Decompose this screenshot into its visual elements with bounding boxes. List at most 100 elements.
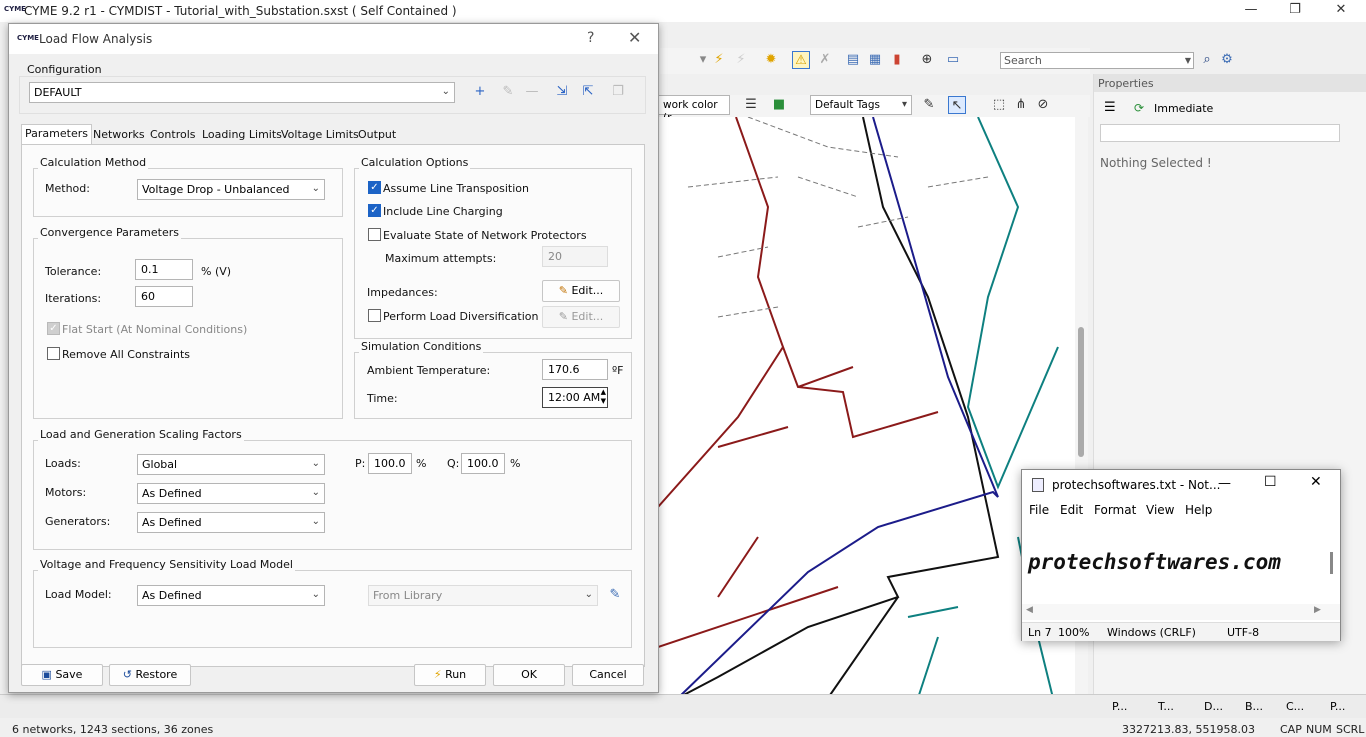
max-attempts-label: Maximum attempts:: [385, 252, 497, 265]
load-diversification-checkbox[interactable]: [368, 309, 381, 322]
scroll-thumb[interactable]: [1078, 327, 1084, 457]
tolerance-input[interactable]: 0.1: [135, 259, 193, 280]
remove-constraints-checkbox[interactable]: [47, 347, 60, 360]
color-by-select[interactable]: work color (r: [658, 95, 730, 124]
eraser-icon[interactable]: ⊘: [1034, 96, 1052, 114]
status-bar: 6 networks, 1243 sections, 36 zones 3327…: [0, 719, 1366, 737]
edit-library-icon[interactable]: ✎: [606, 586, 624, 604]
bottom-tab-p[interactable]: P...: [1330, 700, 1345, 713]
diversification-edit-button[interactable]: ✎ Edit...: [542, 306, 620, 328]
menu-format[interactable]: Format: [1094, 503, 1136, 517]
search-dropdown-icon[interactable]: ▼: [1185, 53, 1191, 68]
tab-output[interactable]: Output: [355, 126, 399, 144]
maximize-icon[interactable]: ❐: [1280, 2, 1310, 20]
evaluate-protectors-checkbox[interactable]: [368, 228, 381, 241]
minimize-icon[interactable]: —: [1236, 2, 1266, 20]
menu-edit[interactable]: Edit: [1060, 503, 1083, 517]
tags-select[interactable]: Default Tags ▾: [810, 95, 912, 115]
warning-icon[interactable]: ⚠: [792, 51, 810, 69]
select-tool-icon[interactable]: ↖: [948, 96, 966, 114]
configuration-value: DEFAULT: [34, 86, 82, 99]
property-object-select[interactable]: [1100, 124, 1340, 142]
list-icon[interactable]: ☰: [1104, 100, 1116, 115]
tab-parameters[interactable]: Parameters: [21, 124, 92, 144]
warning-tools-icon[interactable]: ✗: [816, 51, 834, 69]
flat-start-checkbox[interactable]: ✓: [47, 322, 60, 335]
remove-config-icon[interactable]: —: [523, 83, 541, 101]
scroll-left-icon[interactable]: ◀: [1026, 605, 1033, 615]
tab-voltage-limits[interactable]: Voltage Limits: [278, 126, 362, 144]
impedances-edit-button[interactable]: ✎ Edit...: [542, 280, 620, 302]
load-model-select[interactable]: As Defined ⌄: [137, 585, 325, 606]
import-config-icon[interactable]: ⇲: [553, 83, 571, 101]
cyme-logo-icon: CYME: [4, 5, 26, 13]
library-select[interactable]: From Library ⌄: [368, 585, 598, 606]
menu-view[interactable]: View: [1146, 503, 1174, 517]
tab-networks[interactable]: Networks: [90, 126, 148, 144]
restore-button[interactable]: ↺ Restore: [109, 664, 191, 686]
add-config-icon[interactable]: +: [471, 83, 489, 101]
lightning-disabled-icon[interactable]: ⚡: [732, 51, 750, 69]
run-button[interactable]: ⚡ Run: [414, 664, 486, 686]
include-charging-checkbox[interactable]: ✓: [368, 204, 381, 217]
find-replace-icon[interactable]: ⚙: [1218, 51, 1236, 69]
q-label: Q:: [447, 457, 460, 470]
notepad-editor[interactable]: protechsoftwares.com: [1022, 522, 1340, 604]
ok-button[interactable]: OK: [493, 664, 565, 686]
tab-loading-limits[interactable]: Loading Limits: [199, 126, 285, 144]
dialog-close-icon[interactable]: ✕: [628, 28, 641, 47]
bottom-tab-t[interactable]: T...: [1158, 700, 1174, 713]
notepad-horizontal-scrollbar[interactable]: ◀ ▶: [1022, 604, 1340, 620]
run-lightning-icon[interactable]: ⚡: [710, 51, 728, 69]
target-icon[interactable]: ⊕: [918, 51, 936, 69]
loads-select[interactable]: Global ⌄: [137, 454, 325, 475]
palette-icon[interactable]: ■: [770, 96, 788, 114]
configuration-select[interactable]: DEFAULT ⌄: [29, 82, 455, 103]
sun-icon[interactable]: ✹: [762, 51, 780, 69]
edit-config-icon[interactable]: ✎: [499, 83, 517, 101]
bottom-tab-c[interactable]: C...: [1286, 700, 1304, 713]
notepad-scroll-thumb[interactable]: [1330, 552, 1333, 574]
notepad-close-icon[interactable]: ✕: [1310, 474, 1322, 490]
box-select-icon[interactable]: ⬚: [990, 96, 1008, 114]
legend-icon[interactable]: ☰: [742, 96, 760, 114]
method-value: Voltage Drop - Unbalanced: [142, 183, 290, 196]
immediate-dropdown[interactable]: Immediate: [1154, 102, 1213, 115]
export-config-icon[interactable]: ⇱: [579, 83, 597, 101]
notepad-maximize-icon[interactable]: ☐: [1264, 474, 1277, 490]
tags-dropdown-icon[interactable]: ▾: [902, 98, 907, 111]
copy-config-icon[interactable]: ❐: [609, 83, 627, 101]
assume-transposition-checkbox[interactable]: ✓: [368, 181, 381, 194]
window-icon[interactable]: ▭: [944, 51, 962, 69]
scroll-right-icon[interactable]: ▶: [1314, 605, 1321, 615]
bottom-tab-b[interactable]: B...: [1245, 700, 1263, 713]
cancel-button[interactable]: Cancel: [572, 664, 644, 686]
p-input[interactable]: 100.0: [368, 453, 412, 474]
help-button[interactable]: ?: [587, 30, 594, 46]
report-icon[interactable]: ▤: [844, 51, 862, 69]
max-attempts-input[interactable]: 20: [542, 246, 608, 267]
network-map-canvas[interactable]: [658, 117, 1075, 698]
document-icon[interactable]: ▦: [866, 51, 884, 69]
time-spinner-icon[interactable]: ▲ ▼: [601, 388, 606, 406]
tab-controls[interactable]: Controls: [147, 126, 199, 144]
method-select[interactable]: Voltage Drop - Unbalanced ⌄: [137, 179, 325, 200]
q-input[interactable]: 100.0: [461, 453, 505, 474]
search-input[interactable]: Search ▼: [1000, 52, 1194, 69]
save-button[interactable]: ▣ Save: [21, 664, 103, 686]
menu-help[interactable]: Help: [1185, 503, 1212, 517]
menu-file[interactable]: File: [1029, 503, 1049, 517]
bar-chart-icon[interactable]: ▮: [888, 51, 906, 69]
generators-select[interactable]: As Defined ⌄: [137, 512, 325, 533]
bottom-tab-d[interactable]: D...: [1204, 700, 1223, 713]
motors-select[interactable]: As Defined ⌄: [137, 483, 325, 504]
close-icon[interactable]: ✕: [1326, 2, 1356, 20]
ambient-temperature-input[interactable]: 170.6: [542, 359, 608, 380]
notepad-minimize-icon[interactable]: —: [1218, 476, 1231, 491]
iterations-input[interactable]: 60: [135, 286, 193, 307]
node-tool-icon[interactable]: ⋔: [1012, 96, 1030, 114]
binoculars-icon[interactable]: ⌕: [1198, 51, 1216, 69]
bottom-tab-properties[interactable]: P...: [1112, 700, 1127, 713]
time-input[interactable]: 12:00 AM ▲ ▼: [542, 387, 608, 408]
tag-tool-icon[interactable]: ✎: [920, 96, 938, 114]
